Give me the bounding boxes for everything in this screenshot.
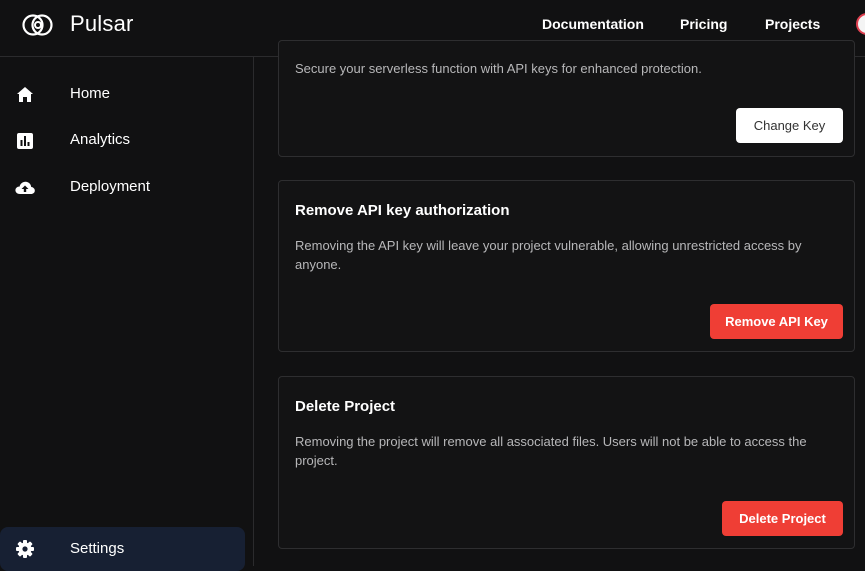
change-key-button[interactable]: Change Key xyxy=(736,108,843,143)
sidebar-item-analytics[interactable]: Analytics xyxy=(0,121,245,161)
sidebar-item-label: Settings xyxy=(70,540,125,557)
brand-name[interactable]: Pulsar xyxy=(70,11,134,37)
nav-projects[interactable]: Projects xyxy=(765,16,820,32)
delete-project-button[interactable]: Delete Project xyxy=(722,501,843,536)
analytics-icon xyxy=(14,131,36,151)
api-key-description: Secure your serverless function with API… xyxy=(295,61,702,76)
remove-api-key-button[interactable]: Remove API Key xyxy=(710,304,843,339)
delete-project-description: Removing the project will remove all ass… xyxy=(295,434,807,468)
nav-documentation[interactable]: Documentation xyxy=(542,16,644,32)
sidebar-item-label: Analytics xyxy=(70,131,131,148)
sidebar-item-label: Home xyxy=(70,85,111,102)
avatar[interactable] xyxy=(856,13,865,35)
pulsar-logo-icon[interactable] xyxy=(21,10,55,40)
sidebar-item-label: Deployment xyxy=(70,178,151,195)
sidebar-item-home[interactable]: Home xyxy=(0,75,245,115)
remove-auth-description: Removing the API key will leave your pro… xyxy=(295,238,802,272)
gear-icon xyxy=(14,539,36,559)
remove-auth-card: Remove API key authorization Removing th… xyxy=(278,180,855,352)
remove-auth-title: Remove API key authorization xyxy=(295,202,510,219)
nav-pricing[interactable]: Pricing xyxy=(680,16,727,32)
sidebar: Home Analytics Deployment Settings xyxy=(0,57,254,571)
api-key-card: Secure your serverless function with API… xyxy=(278,40,855,157)
delete-project-title: Delete Project xyxy=(295,398,396,415)
cloud-upload-icon xyxy=(14,178,36,198)
sidebar-item-settings[interactable]: Settings xyxy=(0,527,245,571)
home-icon xyxy=(14,85,36,105)
sidebar-item-deployment[interactable]: Deployment xyxy=(0,168,245,208)
delete-project-card: Delete Project Removing the project will… xyxy=(278,376,855,549)
